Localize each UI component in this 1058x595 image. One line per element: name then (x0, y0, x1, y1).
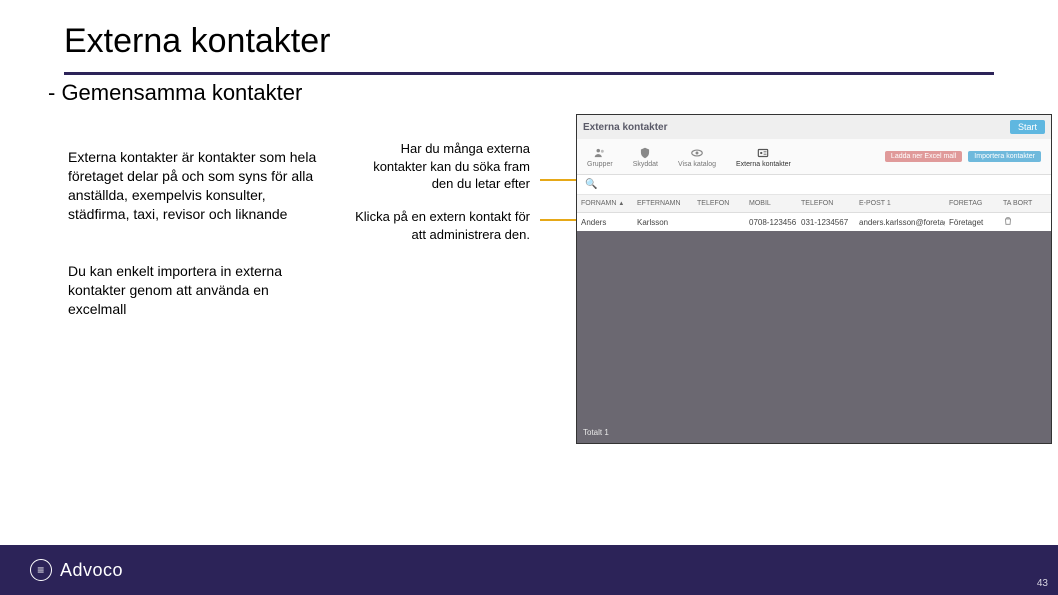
slide-title: Externa kontakter (64, 22, 330, 61)
tab-externa-kontakter[interactable]: Externa kontakter (736, 146, 791, 168)
brand-mark-icon: ≡ (30, 559, 52, 581)
search-icon: 🔍 (585, 179, 597, 190)
paragraph-1: Externa kontakter är kontakter som hela … (68, 148, 328, 224)
app-screenshot: Externa kontakter Start Grupper Skyddat … (576, 114, 1052, 444)
brand-bar: ≡ Advoco 43 (0, 545, 1058, 595)
title-underline (64, 72, 994, 75)
cell-tabort[interactable] (999, 216, 1051, 228)
start-button[interactable]: Start (1010, 120, 1045, 134)
col-tabort[interactable]: TA BORT (999, 200, 1051, 207)
cell-mobil: 0708-123456 (745, 218, 797, 227)
cell-epost: anders.karlsson@foretaget.se (855, 218, 945, 227)
users-icon (593, 146, 607, 160)
app-titlebar: Externa kontakter Start (577, 115, 1051, 139)
col-epost[interactable]: E-POST 1 (855, 200, 945, 207)
brand-logo: ≡ Advoco (30, 559, 123, 581)
cell-telefon2: 031-1234567 (797, 218, 855, 227)
col-efternamn[interactable]: EFTERNAMN (633, 200, 693, 207)
tab-actions: Ladda ner Excel mall Importera kontakter (885, 151, 1041, 162)
page-number: 43 (1037, 578, 1048, 589)
download-excel-button[interactable]: Ladda ner Excel mall (885, 151, 962, 162)
app-window-title: Externa kontakter (583, 122, 667, 133)
slide-subtitle: - Gemensamma kontakter (48, 80, 302, 106)
table-row[interactable]: Anders Karlsson 0708-123456 031-1234567 … (577, 213, 1051, 231)
cell-efternamn: Karlsson (633, 218, 693, 227)
id-icon (756, 146, 770, 160)
col-telefon2[interactable]: TELEFON (797, 200, 855, 207)
col-mobil[interactable]: MOBIL (745, 200, 797, 207)
col-telefon[interactable]: TELEFON (693, 200, 745, 207)
eye-icon (690, 146, 704, 160)
table-total: Totalt 1 (583, 428, 609, 437)
shield-icon (638, 146, 652, 160)
search-bar[interactable]: 🔍 (577, 175, 1051, 195)
import-contacts-button[interactable]: Importera kontakter (968, 151, 1041, 162)
tab-label: Visa katalog (678, 161, 716, 168)
app-tabs: Grupper Skyddat Visa katalog Externa kon… (577, 139, 1051, 175)
tab-label: Externa kontakter (736, 161, 791, 168)
callout-admin: Klicka på en extern kontakt för att admi… (355, 208, 530, 243)
sort-asc-icon: ▲ (618, 201, 624, 207)
table-header: FÖRNAMN▲ EFTERNAMN TELEFON MOBIL TELEFON… (577, 195, 1051, 213)
callout-search: Har du många externa kontakter kan du sö… (355, 140, 530, 193)
tab-label: Skyddat (633, 161, 658, 168)
brand-name: Advoco (60, 560, 123, 581)
tab-skyddat[interactable]: Skyddat (633, 146, 658, 168)
cell-foretag: Företaget (945, 218, 999, 227)
tab-visa-katalog[interactable]: Visa katalog (678, 146, 716, 168)
col-foretag[interactable]: FÖRETAG (945, 200, 999, 207)
tab-grupper[interactable]: Grupper (587, 146, 613, 168)
cell-fornamn: Anders (577, 218, 633, 227)
col-fornamn[interactable]: FÖRNAMN▲ (577, 200, 633, 207)
tab-label: Grupper (587, 161, 613, 168)
paragraph-2: Du kan enkelt importera in externa konta… (68, 262, 328, 319)
delete-icon (1003, 216, 1013, 226)
